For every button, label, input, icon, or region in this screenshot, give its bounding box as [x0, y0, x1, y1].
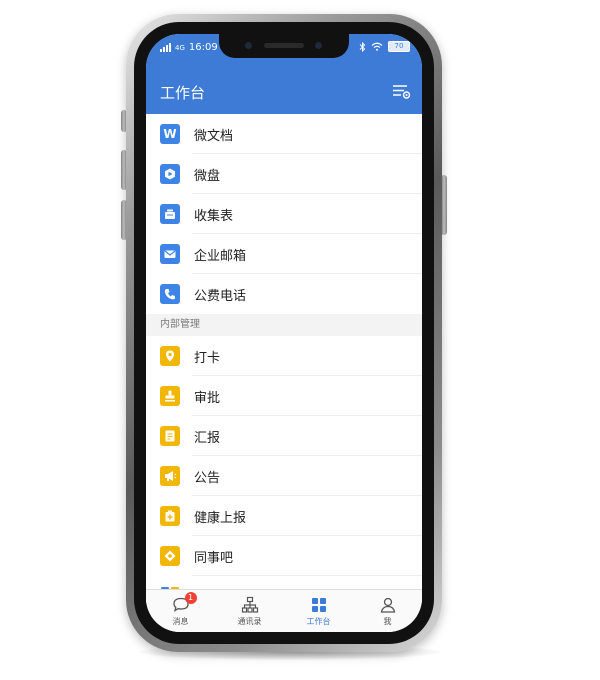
- list-item-label: 同事吧: [194, 550, 234, 566]
- app-list[interactable]: W 微文档 微盘 收集表 企业邮箱 公费电话 内部管理 打卡 审批 汇报 公告 …: [146, 114, 422, 624]
- list-item-label: 公费电话: [194, 288, 247, 304]
- list-item-label: 微盘: [194, 168, 221, 184]
- battery-icon: 70: [388, 41, 410, 52]
- network-type: 4G: [175, 43, 185, 52]
- person-icon: [380, 597, 395, 613]
- section-header-internal: 内部管理: [146, 314, 422, 336]
- community-icon: [160, 546, 180, 566]
- megaphone-icon: [160, 466, 180, 486]
- org-chart-icon: [241, 596, 258, 613]
- list-item-health-report[interactable]: 健康上报: [146, 496, 422, 536]
- drive-icon: [160, 164, 180, 184]
- list-item-label: 汇报: [194, 430, 221, 446]
- tab-label: 通讯录: [237, 617, 262, 626]
- list-item-label: 打卡: [194, 350, 221, 366]
- camera-notch: [219, 34, 349, 58]
- front-camera: [315, 42, 322, 49]
- tab-messages[interactable]: 1 消息: [146, 590, 215, 632]
- list-item-report[interactable]: 汇报: [146, 416, 422, 456]
- status-time: 16:09: [188, 42, 218, 53]
- list-item-label: 健康上报: [194, 510, 247, 526]
- health-icon: [160, 506, 180, 526]
- list-item-weidrive[interactable]: 微盘: [146, 154, 422, 194]
- settings-list-icon[interactable]: [390, 80, 412, 102]
- wifi-icon: [371, 42, 383, 51]
- document-icon: W: [160, 124, 180, 144]
- phone-bezel: 4G 16:09 70 工作台 W 微文档 微盘 收集表 企业邮箱 公费电话 内…: [134, 22, 434, 644]
- list-item-announcement[interactable]: 公告: [146, 456, 422, 496]
- location-pin-icon: [160, 346, 180, 366]
- list-item-label: 公告: [194, 470, 221, 486]
- speaker-grille: [264, 43, 304, 48]
- tab-workbench[interactable]: 工作台: [284, 590, 353, 632]
- phone-screen: 4G 16:09 70 工作台 W 微文档 微盘 收集表 企业邮箱 公费电话 内…: [146, 34, 422, 632]
- tab-label: 消息: [172, 617, 189, 626]
- list-item-label: 收集表: [194, 208, 234, 224]
- unread-badge: 1: [184, 592, 197, 604]
- tab-contacts[interactable]: 通讯录: [215, 590, 284, 632]
- list-item-label: 微文档: [194, 128, 234, 144]
- list-item-enterprise-mail[interactable]: 企业邮箱: [146, 234, 422, 274]
- bluetooth-icon: [359, 41, 366, 52]
- report-icon: [160, 426, 180, 446]
- list-item-approval[interactable]: 审批: [146, 376, 422, 416]
- list-item-colleague-forum[interactable]: 同事吧: [146, 536, 422, 576]
- list-item-label: 企业邮箱: [194, 248, 247, 264]
- mail-icon: [160, 244, 180, 264]
- page-title: 工作台: [160, 84, 206, 102]
- phone-frame: 4G 16:09 70 工作台 W 微文档 微盘 收集表 企业邮箱 公费电话 内…: [126, 14, 442, 652]
- phone-icon: [160, 284, 180, 304]
- sensor-dot: [245, 42, 252, 49]
- tab-me[interactable]: 我: [353, 590, 422, 632]
- list-item-label: 审批: [194, 390, 221, 406]
- stage: 4G 16:09 70 工作台 W 微文档 微盘 收集表 企业邮箱 公费电话 内…: [0, 0, 600, 680]
- grid-icon: [311, 598, 326, 612]
- app-header: 4G 16:09 70 工作台: [146, 34, 422, 114]
- list-item-weidoc[interactable]: W 微文档: [146, 114, 422, 154]
- form-icon: [160, 204, 180, 224]
- list-item-public-phone[interactable]: 公费电话: [146, 274, 422, 314]
- tab-label: 我: [383, 617, 392, 626]
- signal-icon: [160, 43, 171, 52]
- status-right: 70: [359, 41, 410, 52]
- bottom-tab-bar: 1 消息 通讯录 工作台 我: [146, 589, 422, 632]
- list-item-collect-form[interactable]: 收集表: [146, 194, 422, 234]
- list-item-check-in[interactable]: 打卡: [146, 336, 422, 376]
- stamp-icon: [160, 386, 180, 406]
- tab-label: 工作台: [306, 617, 331, 626]
- status-left: 4G 16:09: [160, 42, 218, 53]
